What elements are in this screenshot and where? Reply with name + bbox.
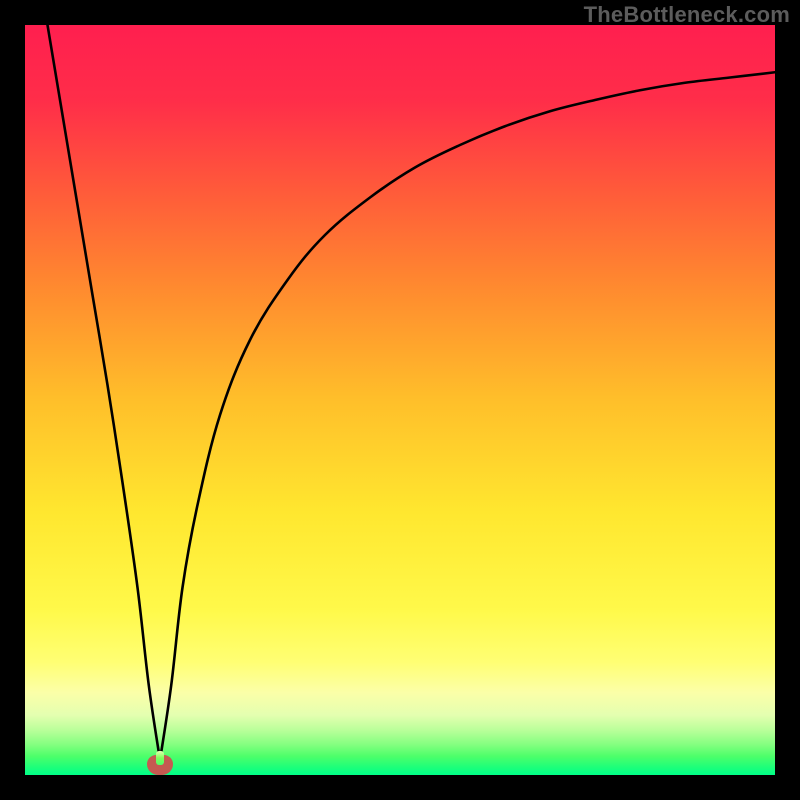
optimal-marker (147, 755, 173, 775)
plot-area (25, 25, 775, 775)
bottleneck-curve (25, 25, 775, 775)
chart-frame: TheBottleneck.com (0, 0, 800, 800)
